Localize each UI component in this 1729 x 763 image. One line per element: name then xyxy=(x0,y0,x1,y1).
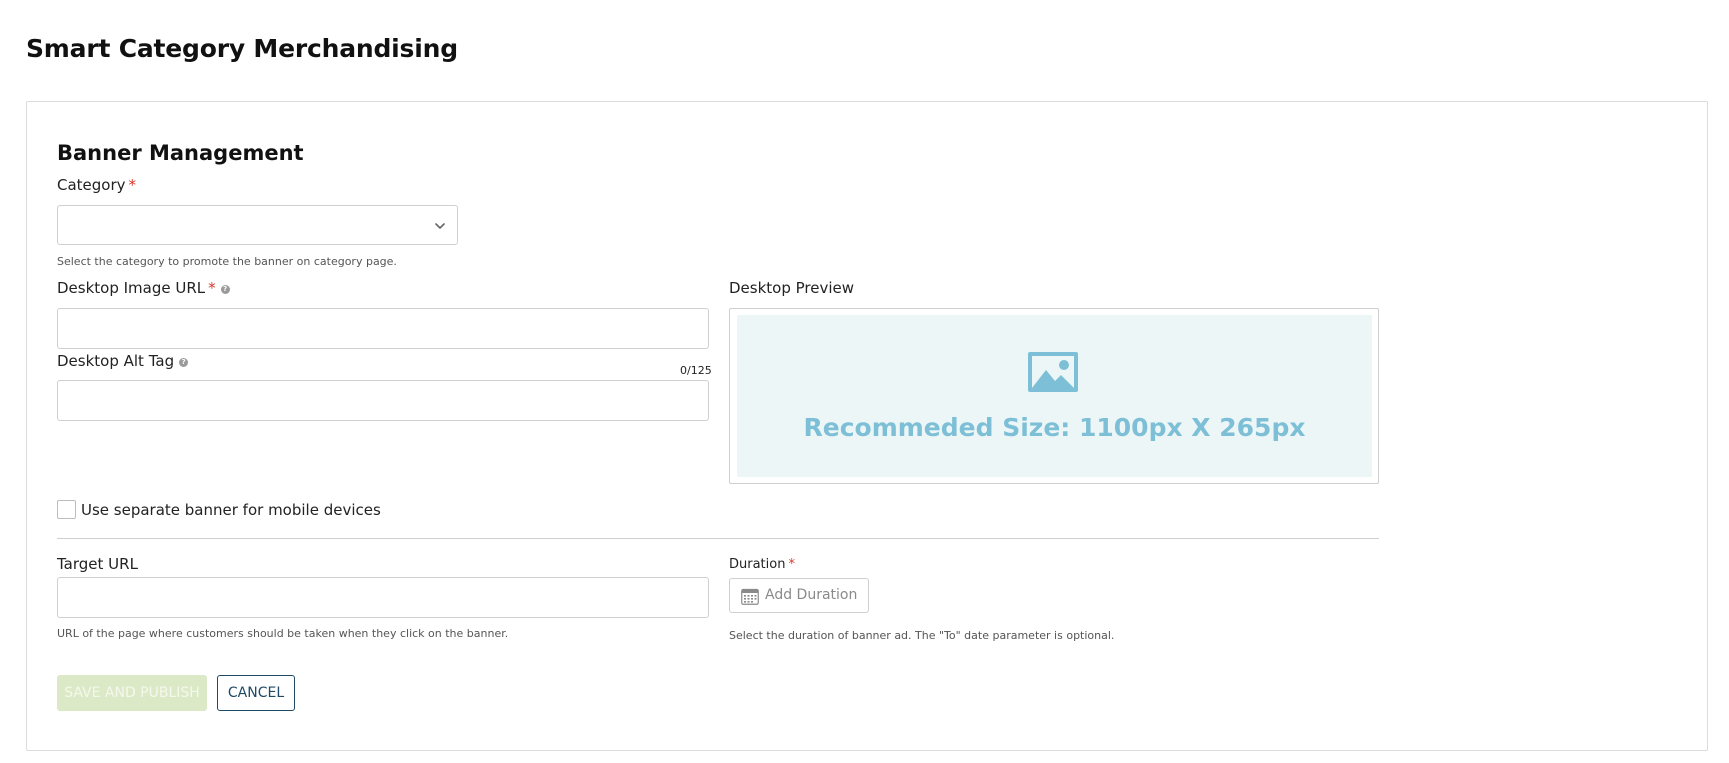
desktop-image-url-input[interactable] xyxy=(57,308,709,349)
category-label: Category * xyxy=(57,176,136,194)
save-and-publish-button[interactable]: SAVE AND PUBLISH xyxy=(57,675,207,711)
divider xyxy=(57,538,1379,539)
image-icon xyxy=(1028,352,1078,392)
chevron-down-icon xyxy=(435,223,445,229)
mobile-banner-checkbox[interactable] xyxy=(57,500,76,519)
duration-hint: Select the duration of banner ad. The "T… xyxy=(729,629,1115,642)
desktop-preview: Recommeded Size: 1100px X 265px xyxy=(729,308,1379,484)
mobile-banner-label[interactable]: Use separate banner for mobile devices xyxy=(81,501,381,519)
add-duration-label: Add Duration xyxy=(765,587,858,603)
duration-label-text: Duration xyxy=(729,557,786,572)
desktop-image-url-label: Desktop Image URL *? xyxy=(57,279,230,297)
help-icon[interactable]: ? xyxy=(179,358,189,367)
target-url-label: Target URL xyxy=(57,555,138,573)
cancel-button[interactable]: CANCEL xyxy=(217,675,295,711)
desktop-alt-tag-label-text: Desktop Alt Tag xyxy=(57,352,175,370)
required-mark: * xyxy=(208,279,216,297)
alt-tag-char-counter: 0/125 xyxy=(680,364,712,377)
required-mark: * xyxy=(128,176,137,194)
desktop-image-url-label-text: Desktop Image URL xyxy=(57,279,206,297)
recommended-size-text: Recommeded Size: 1100px X 265px xyxy=(803,413,1306,442)
add-duration-button[interactable]: Add Duration xyxy=(729,578,869,613)
page-title: Smart Category Merchandising xyxy=(26,34,458,63)
required-mark: * xyxy=(788,557,795,572)
target-url-hint: URL of the page where customers should b… xyxy=(57,627,509,640)
duration-label: Duration * xyxy=(729,557,795,572)
category-select[interactable] xyxy=(57,205,458,245)
banner-management-card: Banner Management Category * Select the c… xyxy=(26,101,1708,751)
desktop-alt-tag-input[interactable] xyxy=(57,380,709,421)
help-icon[interactable]: ? xyxy=(220,285,230,294)
desktop-preview-placeholder: Recommeded Size: 1100px X 265px xyxy=(737,315,1372,477)
desktop-alt-tag-label: Desktop Alt Tag? xyxy=(57,352,189,370)
calendar-icon xyxy=(741,588,759,605)
category-hint: Select the category to promote the banne… xyxy=(57,255,397,268)
category-label-text: Category xyxy=(57,176,126,194)
section-title: Banner Management xyxy=(57,141,304,165)
desktop-preview-label: Desktop Preview xyxy=(729,279,855,297)
target-url-input[interactable] xyxy=(57,577,709,618)
page: Smart Category Merchandising Banner Mana… xyxy=(0,0,1729,763)
